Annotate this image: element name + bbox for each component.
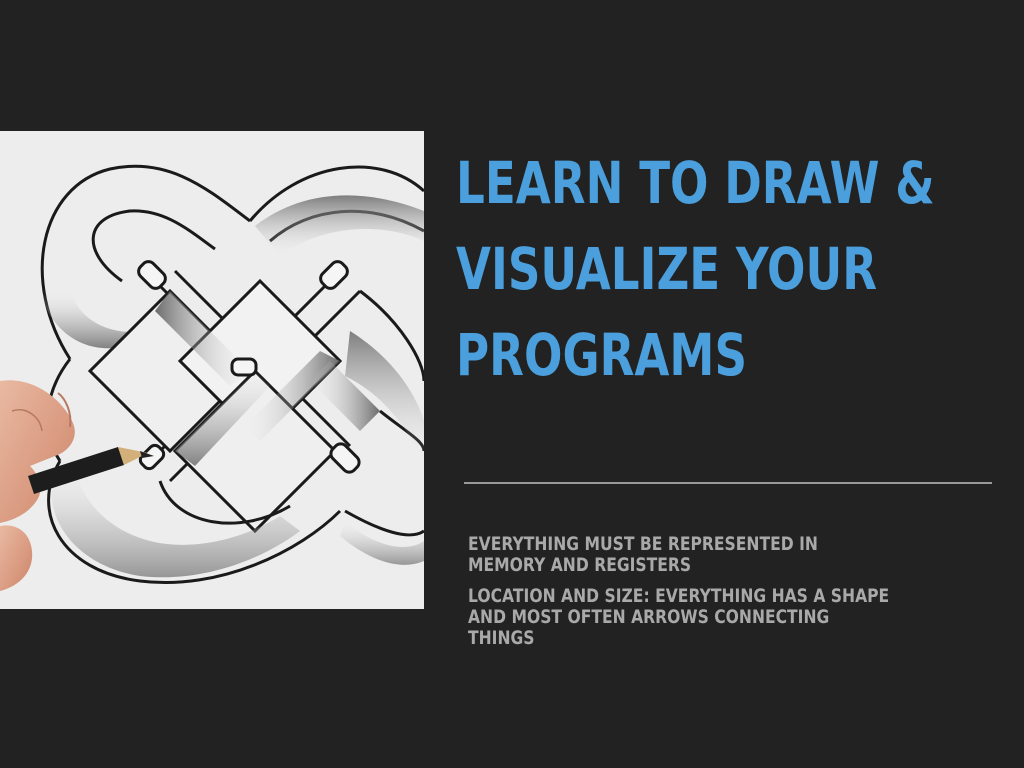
slide-title-line-2: VISUALIZE YOUR — [456, 235, 878, 303]
knot-drawing-svg — [0, 131, 424, 609]
bullet-2-line-3: THINGS — [468, 627, 535, 649]
knot-drawing-image — [0, 131, 424, 609]
bullet-item: LOCATION AND SIZE: EVERYTHING HAS A SHAP… — [468, 586, 1024, 649]
title-divider — [464, 482, 992, 484]
bullet-2-line-1: LOCATION AND SIZE: EVERYTHING HAS A SHAP… — [468, 585, 890, 607]
slide-title: LEARN TO DRAW & VISUALIZE YOUR PROGRAMS — [456, 140, 935, 398]
bullet-2-line-2: AND MOST OFTEN ARROWS CONNECTING — [468, 606, 830, 628]
slide: LEARN TO DRAW & VISUALIZE YOUR PROGRAMS … — [0, 0, 1024, 768]
slide-title-line-3: PROGRAMS — [456, 321, 748, 389]
bullet-list: EVERYTHING MUST BE REPRESENTED IN MEMORY… — [468, 534, 1024, 659]
slide-title-line-1: LEARN TO DRAW & — [456, 149, 935, 217]
bullet-item: EVERYTHING MUST BE REPRESENTED IN MEMORY… — [468, 534, 1024, 576]
bullet-1-line-2: MEMORY AND REGISTERS — [468, 554, 692, 576]
bullet-1-line-1: EVERYTHING MUST BE REPRESENTED IN — [468, 533, 818, 555]
